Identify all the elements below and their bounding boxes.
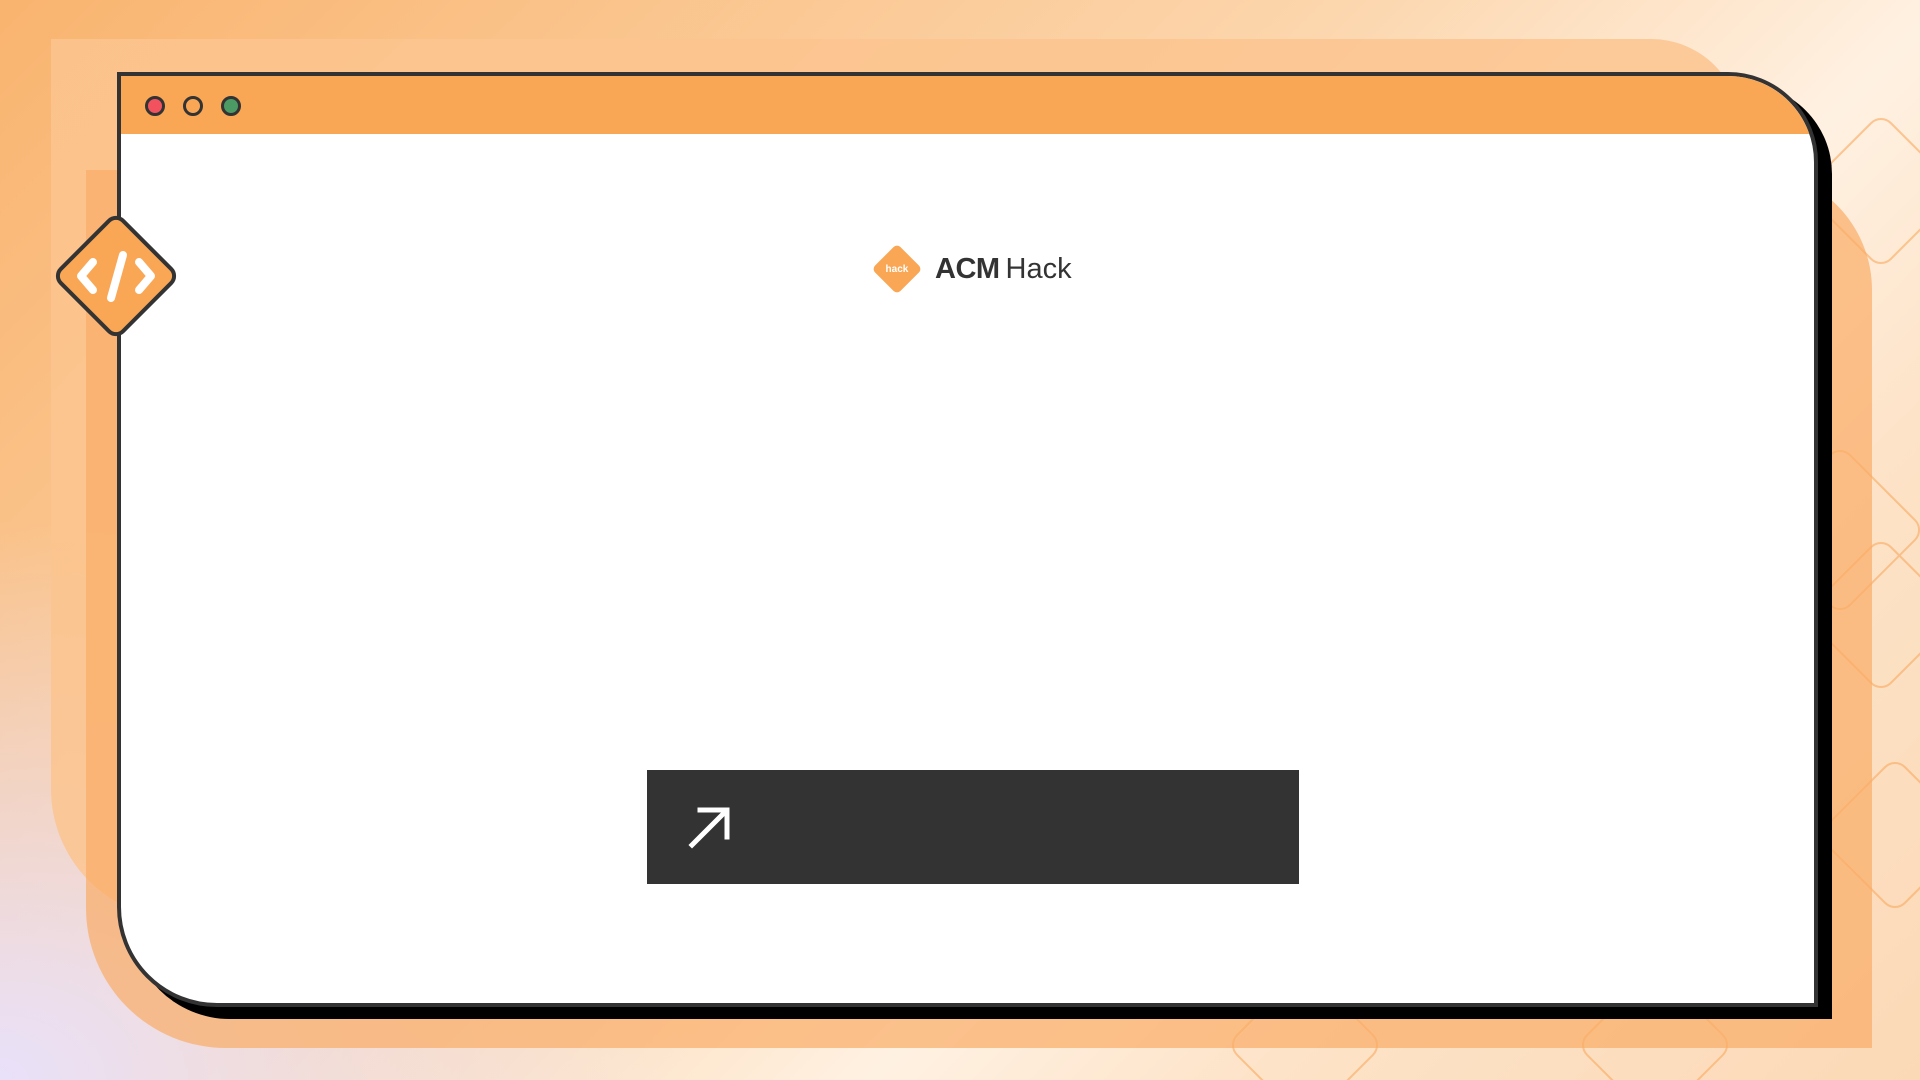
logo-wordmark: ACM Hack xyxy=(935,253,1072,286)
close-button[interactable] xyxy=(145,96,165,116)
minimize-button[interactable] xyxy=(183,96,203,116)
cta-button[interactable] xyxy=(647,770,1299,884)
arrow-up-right-icon xyxy=(688,807,730,849)
maximize-button[interactable] xyxy=(221,96,241,116)
window-titlebar xyxy=(121,76,1814,134)
browser-window: hack ACM Hack xyxy=(117,72,1818,1007)
logo-brand-bold: ACM xyxy=(935,252,1000,285)
logo-mark-text: hack xyxy=(885,263,909,275)
acm-hack-logo[interactable]: hack ACM Hack xyxy=(871,243,1072,295)
code-icon xyxy=(55,215,177,337)
logo-brand-light: Hack xyxy=(1005,252,1072,285)
hack-logo-icon: hack xyxy=(871,243,923,295)
